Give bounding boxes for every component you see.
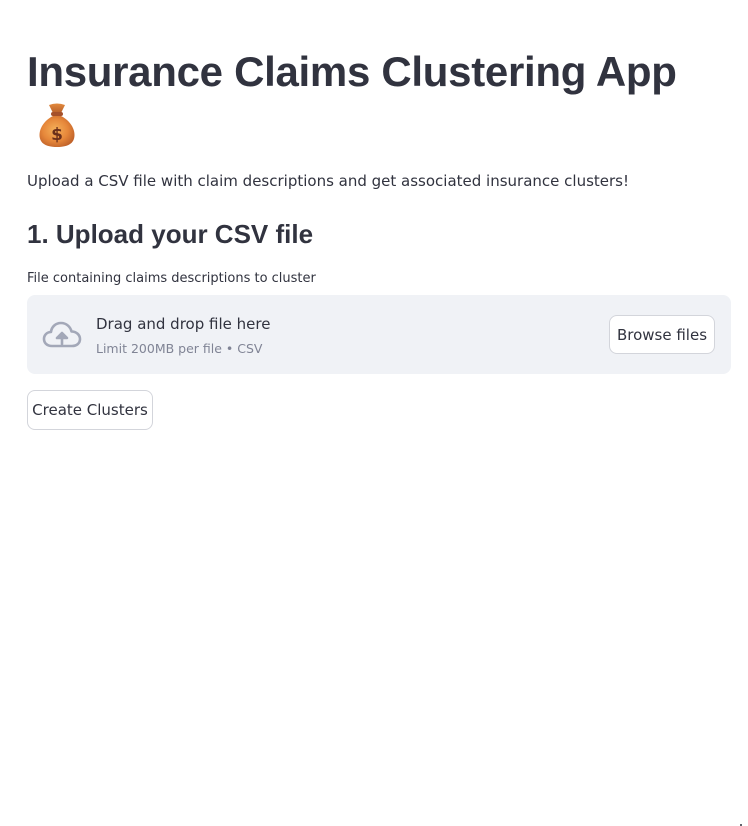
dropzone-instructions: Drag and drop file here — [96, 315, 271, 333]
upload-section-heading: 1. Upload your CSV file — [27, 219, 314, 249]
browse-files-button[interactable]: Browse files — [609, 315, 715, 354]
app-description: Upload a CSV file with claim description… — [27, 172, 629, 190]
cloud-upload-icon — [42, 319, 82, 351]
app-page: Insurance Claims Clustering App $ Upload… — [0, 0, 748, 826]
create-clusters-button[interactable]: Create Clusters — [27, 390, 153, 430]
money-bag-icon: $ — [37, 102, 77, 148]
file-uploader-label: File containing claims descriptions to c… — [27, 271, 316, 286]
svg-text:$: $ — [51, 125, 63, 145]
dropzone-limit-text: Limit 200MB per file • CSV — [96, 341, 263, 356]
file-dropzone[interactable]: Drag and drop file here Limit 200MB per … — [27, 295, 731, 374]
page-title: Insurance Claims Clustering App — [27, 48, 677, 95]
